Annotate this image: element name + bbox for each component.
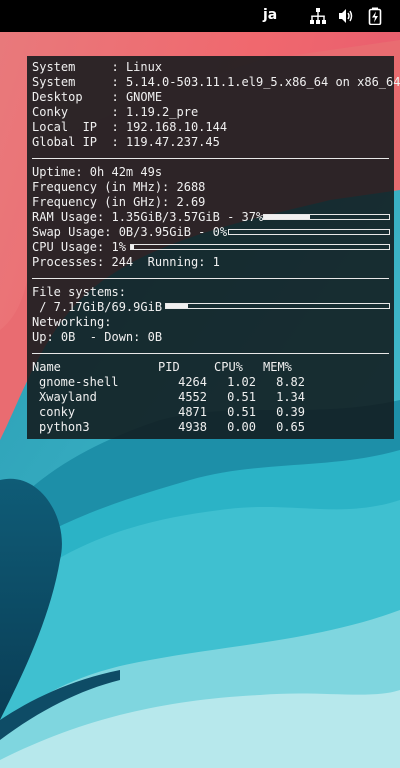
column-header-pid: PID — [158, 360, 180, 374]
root-filesystem-row: / 7.17GiB/69.9GiB — [32, 300, 163, 314]
cpu-usage-row: CPU Usage: 1% — [32, 240, 126, 254]
process-name-cell: Xwayland — [39, 390, 97, 404]
swap-usage-bar — [228, 229, 390, 235]
frequency-ghz-row: Frequency (in GHz): 2.69 — [32, 195, 206, 209]
ram-usage-row: RAM Usage: 1.35GiB/3.57GiB - 37% — [32, 210, 264, 224]
swap-usage-row: Swap Usage: 0B/3.95GiB - 0% — [32, 225, 228, 239]
divider — [32, 158, 389, 159]
column-header-mem: MEM% — [263, 360, 292, 374]
process-mem-cell: 0.39 — [276, 405, 305, 419]
global-ip-row: Global IP : 119.47.237.45 — [32, 135, 220, 149]
desktop-row: Desktop : GNOME — [32, 90, 163, 104]
filesystems-heading: File systems: — [32, 285, 126, 299]
process-name-cell: gnome-shell — [39, 375, 119, 389]
process-mem-cell: 8.82 — [276, 375, 305, 389]
conky-version-row: Conky : 1.19.2_pre — [32, 105, 199, 119]
cpu-usage-bar-fill — [131, 245, 134, 249]
system-row: System : Linux — [32, 60, 163, 74]
network-icon[interactable] — [309, 7, 327, 25]
frequency-mhz-row: Frequency (in MHz): 2688 — [32, 180, 206, 194]
process-mem-cell: 1.34 — [276, 390, 305, 404]
root-filesystem-bar — [165, 303, 390, 309]
process-cpu-cell: 0.51 — [227, 405, 256, 419]
root-filesystem-bar-fill — [166, 304, 189, 308]
top-bar: ja — [0, 0, 400, 32]
column-header-cpu: CPU% — [214, 360, 243, 374]
kernel-row: System : 5.14.0-503.11.1.el9_5.x86_64 on… — [32, 75, 400, 89]
process-pid-cell: 4871 — [178, 405, 207, 419]
process-mem-cell: 0.65 — [276, 420, 305, 434]
divider — [32, 278, 389, 279]
local-ip-row: Local IP : 192.168.10.144 — [32, 120, 228, 134]
uptime-row: Uptime: 0h 42m 49s — [32, 165, 163, 179]
battery-charging-icon[interactable] — [366, 7, 384, 25]
process-cpu-cell: 0.51 — [227, 390, 256, 404]
column-header-name: Name — [32, 360, 61, 374]
input-method-indicator[interactable]: ja — [263, 7, 277, 23]
volume-icon[interactable] — [337, 7, 355, 25]
conky-monitor-panel: System : Linux System : 5.14.0-503.11.1.… — [27, 56, 400, 439]
process-cpu-cell: 0.00 — [227, 420, 256, 434]
process-name-cell: python3 — [39, 420, 90, 434]
process-cpu-cell: 1.02 — [227, 375, 256, 389]
networking-heading: Networking: — [32, 315, 112, 329]
ram-usage-bar — [263, 214, 390, 220]
cpu-usage-bar — [130, 244, 390, 250]
process-pid-cell: 4264 — [178, 375, 207, 389]
divider — [32, 353, 389, 354]
network-traffic-row: Up: 0B - Down: 0B — [32, 330, 163, 344]
processes-row: Processes: 244 Running: 1 — [32, 255, 220, 269]
ram-usage-bar-fill — [264, 215, 311, 219]
process-pid-cell: 4938 — [178, 420, 207, 434]
process-name-cell: conky — [39, 405, 76, 419]
process-pid-cell: 4552 — [178, 390, 207, 404]
